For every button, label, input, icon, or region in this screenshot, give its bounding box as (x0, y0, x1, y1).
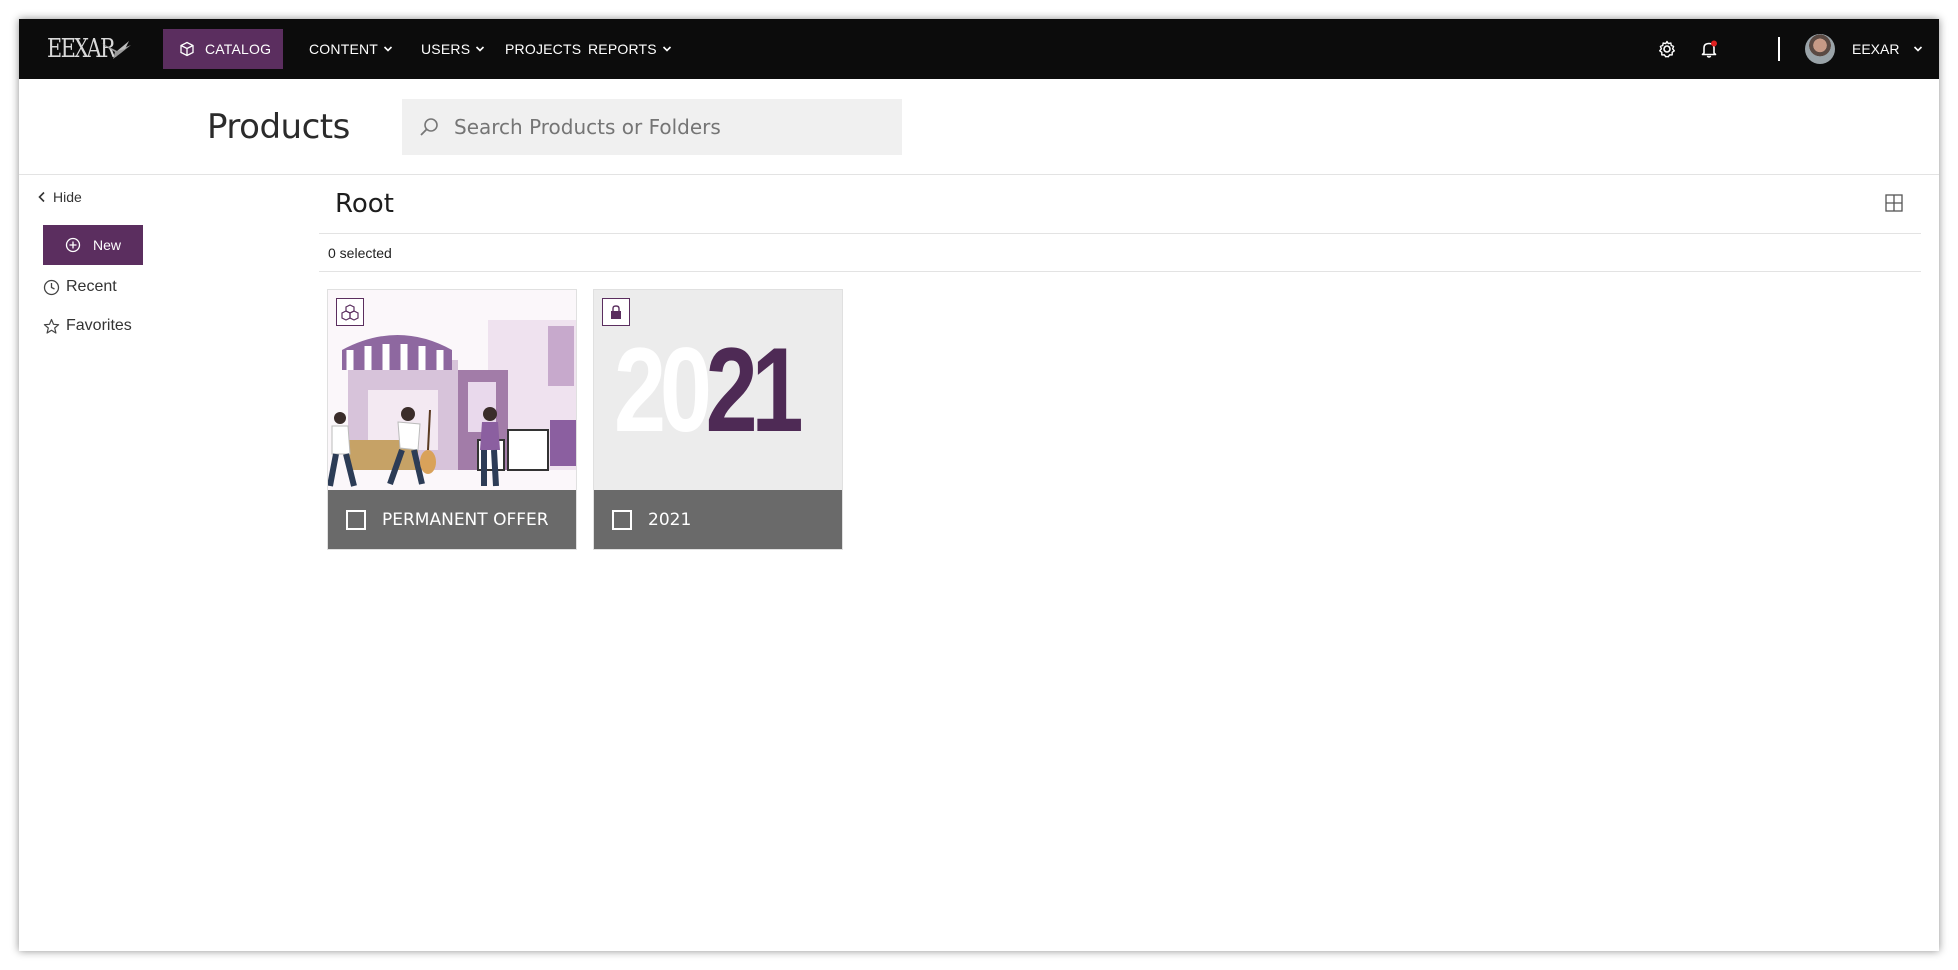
bird-logo-icon (101, 41, 131, 59)
star-icon (43, 318, 60, 334)
user-name-label: EEXAR (1852, 41, 1900, 57)
nav-content-label: CONTENT (309, 41, 379, 57)
card-label: PERMANENT OFFER (382, 510, 549, 530)
cube-icon (180, 41, 194, 57)
sidebar-item-favorites[interactable]: Favorites (43, 317, 132, 335)
logo[interactable]: EEXAR (47, 33, 137, 65)
card-footer: 2021 (594, 490, 842, 549)
nav-reports-label: REPORTS (588, 41, 657, 57)
divider (319, 233, 1921, 234)
notification-dot (1711, 40, 1717, 47)
nav-projects[interactable]: PROJECTS (505, 19, 581, 79)
page-title: Products (207, 107, 350, 147)
nav-reports[interactable]: REPORTS (588, 19, 672, 79)
new-button-label: New (92, 237, 121, 253)
clock-icon (43, 279, 60, 295)
breadcrumb: Root (335, 189, 394, 219)
grid-view-icon[interactable] (1885, 194, 1903, 212)
select-checkbox[interactable] (612, 510, 632, 530)
lock-icon (602, 298, 630, 326)
nav-catalog[interactable]: CATALOG (163, 29, 283, 69)
shop-illustration (328, 290, 576, 490)
card-footer: PERMANENT OFFER (328, 490, 576, 549)
sidebar-item-recent[interactable]: Recent (43, 278, 117, 296)
chevron-down-icon (1914, 46, 1923, 52)
folder-thumbnail (328, 290, 576, 490)
nav-users-label: USERS (421, 41, 471, 57)
app-window: EEXAR CATALOG CONTENT USERS PROJECTS REP (19, 19, 1939, 951)
hide-label: Hide (53, 189, 82, 205)
nav-projects-label: PROJECTS (505, 41, 582, 57)
divider (319, 271, 1921, 272)
nav-divider (1778, 37, 1780, 61)
sidebar-item-label: Recent (66, 278, 117, 295)
nav-content[interactable]: CONTENT (309, 19, 393, 79)
bell-icon[interactable] (1699, 39, 1719, 59)
year-art: 2021 (614, 323, 804, 457)
avatar[interactable] (1805, 34, 1835, 64)
sidebar-item-label: Favorites (66, 317, 132, 334)
products-icon (336, 298, 364, 326)
gear-icon[interactable] (1657, 39, 1677, 59)
chevron-down-icon (662, 46, 671, 52)
chevron-left-icon (38, 191, 45, 203)
search-icon (420, 118, 438, 136)
folder-thumbnail: 2021 (594, 290, 842, 490)
page-header: Products (19, 79, 1939, 175)
nav-catalog-label: CATALOG (205, 41, 272, 57)
search-box[interactable] (402, 99, 902, 155)
select-checkbox[interactable] (346, 510, 366, 530)
nav-users[interactable]: USERS (421, 19, 485, 79)
selected-count: 0 selected (328, 245, 392, 261)
search-input[interactable] (454, 115, 884, 139)
folder-card[interactable]: 2021 2021 (593, 289, 843, 550)
chevron-down-icon (383, 46, 393, 52)
user-menu[interactable]: EEXAR (1852, 19, 1923, 79)
card-label: 2021 (648, 510, 692, 530)
new-button[interactable]: New (43, 225, 143, 265)
top-navbar: EEXAR CATALOG CONTENT USERS PROJECTS REP (19, 19, 1939, 79)
hide-sidebar-link[interactable]: Hide (37, 189, 82, 205)
chevron-down-icon (476, 46, 485, 52)
plus-circle-icon (65, 237, 81, 253)
folder-card[interactable]: PERMANENT OFFER (327, 289, 577, 550)
